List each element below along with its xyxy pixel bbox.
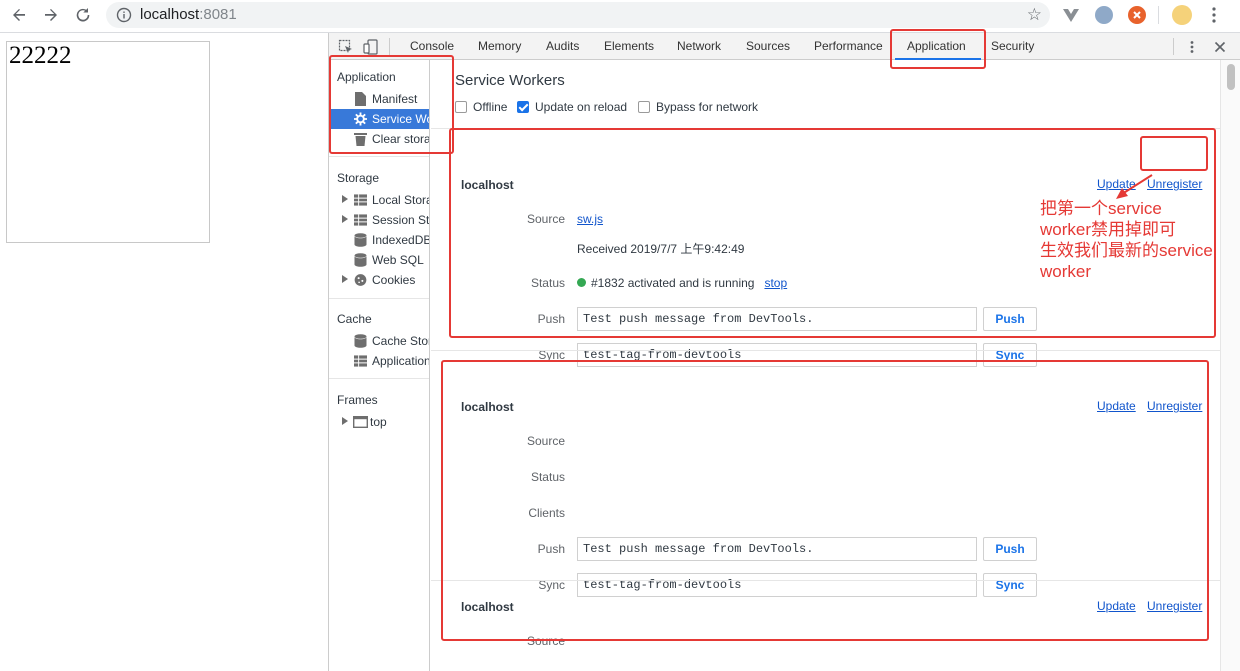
annotation-line: 把第一个service xyxy=(1040,199,1162,218)
toolbar-separator xyxy=(1173,38,1174,55)
sidebar-item-label: Web SQL xyxy=(372,253,424,267)
checkbox-label: Bypass for network xyxy=(656,100,759,114)
reload-button[interactable] xyxy=(70,4,96,26)
checkbox-box[interactable] xyxy=(455,101,467,113)
sidebar-divider xyxy=(329,298,429,299)
checkbox-label: Offline xyxy=(473,100,508,114)
update-on-reload-checkbox[interactable]: Update on reload xyxy=(517,100,627,114)
grid-icon xyxy=(354,355,367,367)
sidebar-item-application-cache[interactable]: Application Cache xyxy=(329,351,430,371)
sidebar-header-frames: Frames xyxy=(337,393,378,407)
tab-network[interactable]: Network xyxy=(677,39,721,53)
devtools-tab-bar: Console Memory Audits Elements Network S… xyxy=(329,33,1240,60)
back-arrow-icon xyxy=(13,9,25,21)
extension-close-icon[interactable] xyxy=(1128,6,1146,24)
sidebar-item-web-sql[interactable]: Web SQL xyxy=(329,250,429,270)
reload-icon xyxy=(76,8,90,22)
page-content-box: 22222 xyxy=(6,41,210,243)
expand-arrow-icon[interactable] xyxy=(342,275,348,283)
toolbar-separator xyxy=(389,38,390,55)
sidebar-item-session-storage[interactable]: Session Storage xyxy=(329,210,430,230)
scrollbar-thumb[interactable] xyxy=(1227,64,1235,90)
sidebar-item-cookies[interactable]: Cookies xyxy=(329,270,429,290)
annotation-box-unregister xyxy=(1140,136,1208,171)
grid-icon xyxy=(354,214,367,226)
bookmark-star-icon[interactable]: ☆ xyxy=(1027,6,1042,23)
cookie-icon xyxy=(354,274,367,286)
checkbox-label: Update on reload xyxy=(535,100,628,114)
sidebar-divider xyxy=(329,378,429,379)
sidebar-item-label: Cache Storage xyxy=(372,334,429,348)
url-port: :8081 xyxy=(199,6,237,23)
annotation-line: 生效我们最新的service xyxy=(1040,241,1213,260)
sidebar-header-storage: Storage xyxy=(337,171,380,185)
sidebar-item-label: Session Storage xyxy=(372,213,430,227)
inspect-element-icon[interactable] xyxy=(338,39,354,55)
page-viewport: 22222 xyxy=(0,33,328,671)
extension-vue-icon[interactable] xyxy=(1062,6,1080,24)
panel-title: Service Workers xyxy=(455,72,565,89)
tab-console[interactable]: Console xyxy=(410,39,454,53)
grid-icon xyxy=(354,194,367,206)
info-icon[interactable] xyxy=(116,7,132,23)
url-text: localhost:8081 xyxy=(140,6,237,23)
forward-arrow-icon xyxy=(45,9,57,21)
tab-security[interactable]: Security xyxy=(991,39,1034,53)
menu-kebab-icon[interactable] xyxy=(1206,6,1222,24)
page-content-text: 22222 xyxy=(9,42,72,69)
url-host: localhost xyxy=(140,6,200,23)
sidebar-divider xyxy=(329,156,429,157)
back-button[interactable] xyxy=(6,4,32,26)
annotation-box-other-workers xyxy=(441,360,1209,641)
sidebar-header-cache: Cache xyxy=(337,312,372,326)
annotation-line: worker禁用掉即可 xyxy=(1040,220,1177,239)
tab-sources[interactable]: Sources xyxy=(746,39,790,53)
extension-circle-icon[interactable] xyxy=(1095,6,1113,24)
tab-memory[interactable]: Memory xyxy=(478,39,521,53)
device-toolbar-icon[interactable] xyxy=(363,39,379,55)
checkbox-box[interactable] xyxy=(517,101,529,113)
database-icon xyxy=(354,253,367,267)
expand-arrow-icon[interactable] xyxy=(342,417,348,425)
sidebar-item-label: IndexedDB xyxy=(372,233,430,247)
sidebar-item-label: top xyxy=(370,415,387,429)
devtools-menu-icon[interactable] xyxy=(1184,39,1200,55)
sidebar-item-local-storage[interactable]: Local Storage xyxy=(329,190,429,210)
database-icon xyxy=(354,233,367,247)
sidebar-item-label: Application Cache xyxy=(372,354,430,368)
toolbar-divider xyxy=(1158,6,1159,24)
expand-arrow-icon[interactable] xyxy=(342,195,348,203)
bypass-for-network-checkbox[interactable]: Bypass for network xyxy=(638,100,758,114)
sidebar-item-label: Local Storage xyxy=(372,193,429,207)
annotation-box-application-tab xyxy=(890,29,986,69)
sidebar-item-indexeddb[interactable]: IndexedDB xyxy=(329,230,430,250)
database-icon xyxy=(354,334,367,348)
expand-arrow-icon[interactable] xyxy=(342,215,348,223)
offline-checkbox[interactable]: Offline xyxy=(455,100,507,114)
sidebar-item-cache-storage[interactable]: Cache Storage xyxy=(329,331,429,351)
browser-toolbar: localhost:8081 ☆ xyxy=(0,0,1240,33)
sidebar-item-label: Cookies xyxy=(372,273,416,287)
close-devtools-icon[interactable] xyxy=(1212,39,1228,55)
profile-avatar-icon[interactable] xyxy=(1172,5,1192,25)
annotation-box-sidebar-application xyxy=(329,55,454,154)
address-bar[interactable]: localhost:8081 ☆ xyxy=(106,2,1050,28)
sidebar-item-frame-top[interactable]: top xyxy=(329,412,429,432)
annotation-note: 把第一个service worker禁用掉即可 生效我们最新的service w… xyxy=(1040,198,1236,282)
checkbox-box[interactable] xyxy=(638,101,650,113)
annotation-line: worker xyxy=(1040,262,1092,281)
forward-button[interactable] xyxy=(38,4,64,26)
tab-audits[interactable]: Audits xyxy=(546,39,579,53)
frame-window-icon xyxy=(353,416,368,429)
tab-elements[interactable]: Elements xyxy=(604,39,654,53)
panel-scrollbar[interactable] xyxy=(1220,60,1240,671)
tab-performance[interactable]: Performance xyxy=(814,39,883,53)
